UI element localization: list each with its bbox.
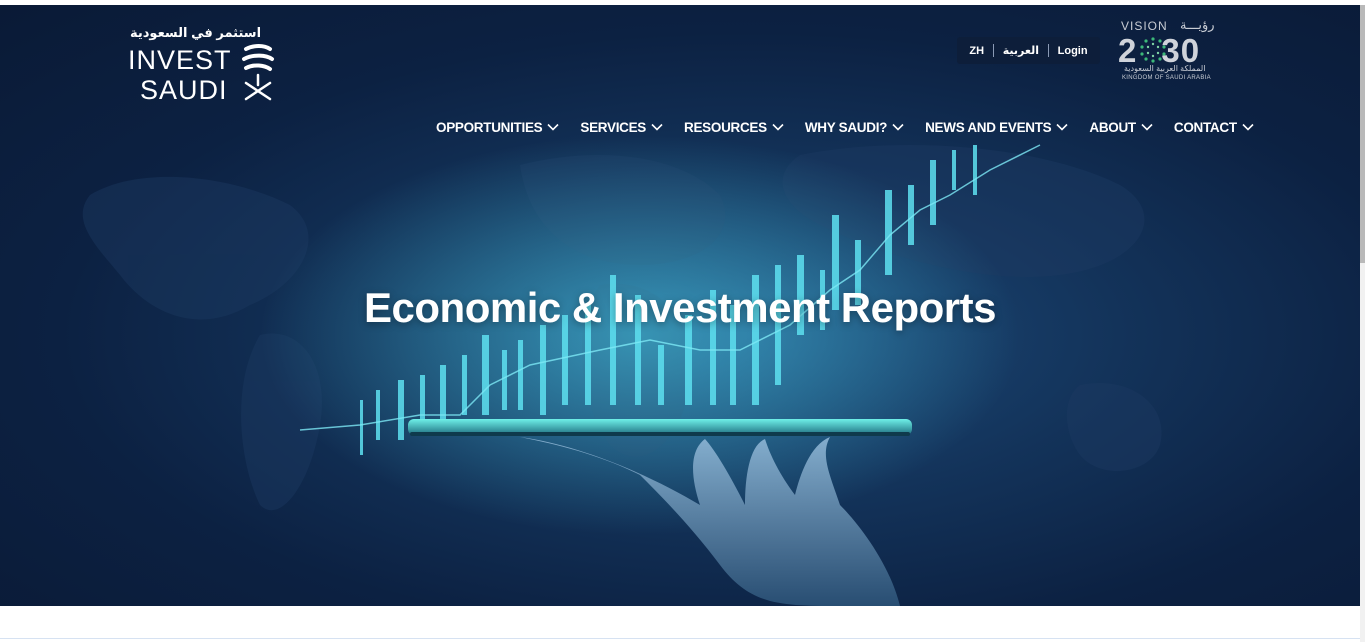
nav-item-opportunities[interactable]: OPPORTUNITIES xyxy=(436,120,559,135)
chevron-down-icon xyxy=(651,123,663,131)
utility-bar: ZH العربية Login xyxy=(957,37,1100,64)
nav-item-label: RESOURCES xyxy=(684,119,767,135)
nav-item-label: WHY SAUDI? xyxy=(804,119,888,135)
chevron-down-icon xyxy=(772,123,784,131)
divider xyxy=(992,44,994,57)
logo-word-saudi: SAUDI xyxy=(140,75,228,105)
nav-item-label: OPPORTUNITIES xyxy=(436,119,543,135)
chevron-down-icon xyxy=(1056,123,1068,131)
invest-saudi-logo[interactable]: استثمر في السعودية INVEST SAUDI xyxy=(128,23,278,105)
nav-item-label: NEWS AND EVENTS xyxy=(925,119,1052,135)
hero-banner: استثمر في السعودية INVEST SAUDI ZH العرب… xyxy=(0,5,1360,606)
vision-2030-logo[interactable]: VISION رؤيـــة 2 30 المملكة العربية السعو… xyxy=(1118,17,1216,85)
nav-item-label: ABOUT xyxy=(1089,119,1136,135)
chevron-down-icon xyxy=(547,123,559,131)
login-link[interactable]: Login xyxy=(1058,45,1088,57)
nav-item-why-saudi[interactable]: WHY SAUDI? xyxy=(805,120,904,135)
nav-item-label: SERVICES xyxy=(580,119,647,135)
vision-emblem-icon xyxy=(1140,37,1166,63)
nav-item-services[interactable]: SERVICES xyxy=(580,120,663,135)
scrollbar-track[interactable] xyxy=(1360,263,1365,642)
chevron-down-icon xyxy=(1141,123,1153,131)
nav-item-resources[interactable]: RESOURCES xyxy=(684,120,784,135)
logo-word-invest: INVEST xyxy=(128,45,232,75)
nav-item-news-and-events[interactable]: NEWS AND EVENTS xyxy=(925,120,1068,135)
page-title: Economic & Investment Reports xyxy=(364,284,996,331)
scrollbar-thumb[interactable] xyxy=(1360,5,1365,263)
vision-word: VISION xyxy=(1121,19,1168,33)
vision-sub-arabic: المملكة العربية السعودية xyxy=(1124,64,1206,73)
invest-saudi-mark-icon xyxy=(242,44,274,101)
vision-arabic: رؤيـــة xyxy=(1180,17,1215,32)
chevron-down-icon xyxy=(1242,123,1254,131)
divider xyxy=(0,638,1360,639)
language-zh-link[interactable]: ZH xyxy=(969,45,984,57)
nav-item-label: CONTACT xyxy=(1173,119,1237,135)
main-navigation: OPPORTUNITIES SERVICES RESOURCES WHY SAU… xyxy=(436,114,1254,140)
logo-arabic-text: استثمر في السعودية xyxy=(130,25,262,40)
language-arabic-link[interactable]: العربية xyxy=(1003,44,1039,57)
nav-item-contact[interactable]: CONTACT xyxy=(1174,120,1254,135)
divider xyxy=(1047,44,1049,57)
chevron-down-icon xyxy=(892,123,904,131)
vision-sub-english: KINGDOM OF SAUDI ARABIA xyxy=(1122,75,1211,81)
nav-item-about[interactable]: ABOUT xyxy=(1089,120,1153,135)
